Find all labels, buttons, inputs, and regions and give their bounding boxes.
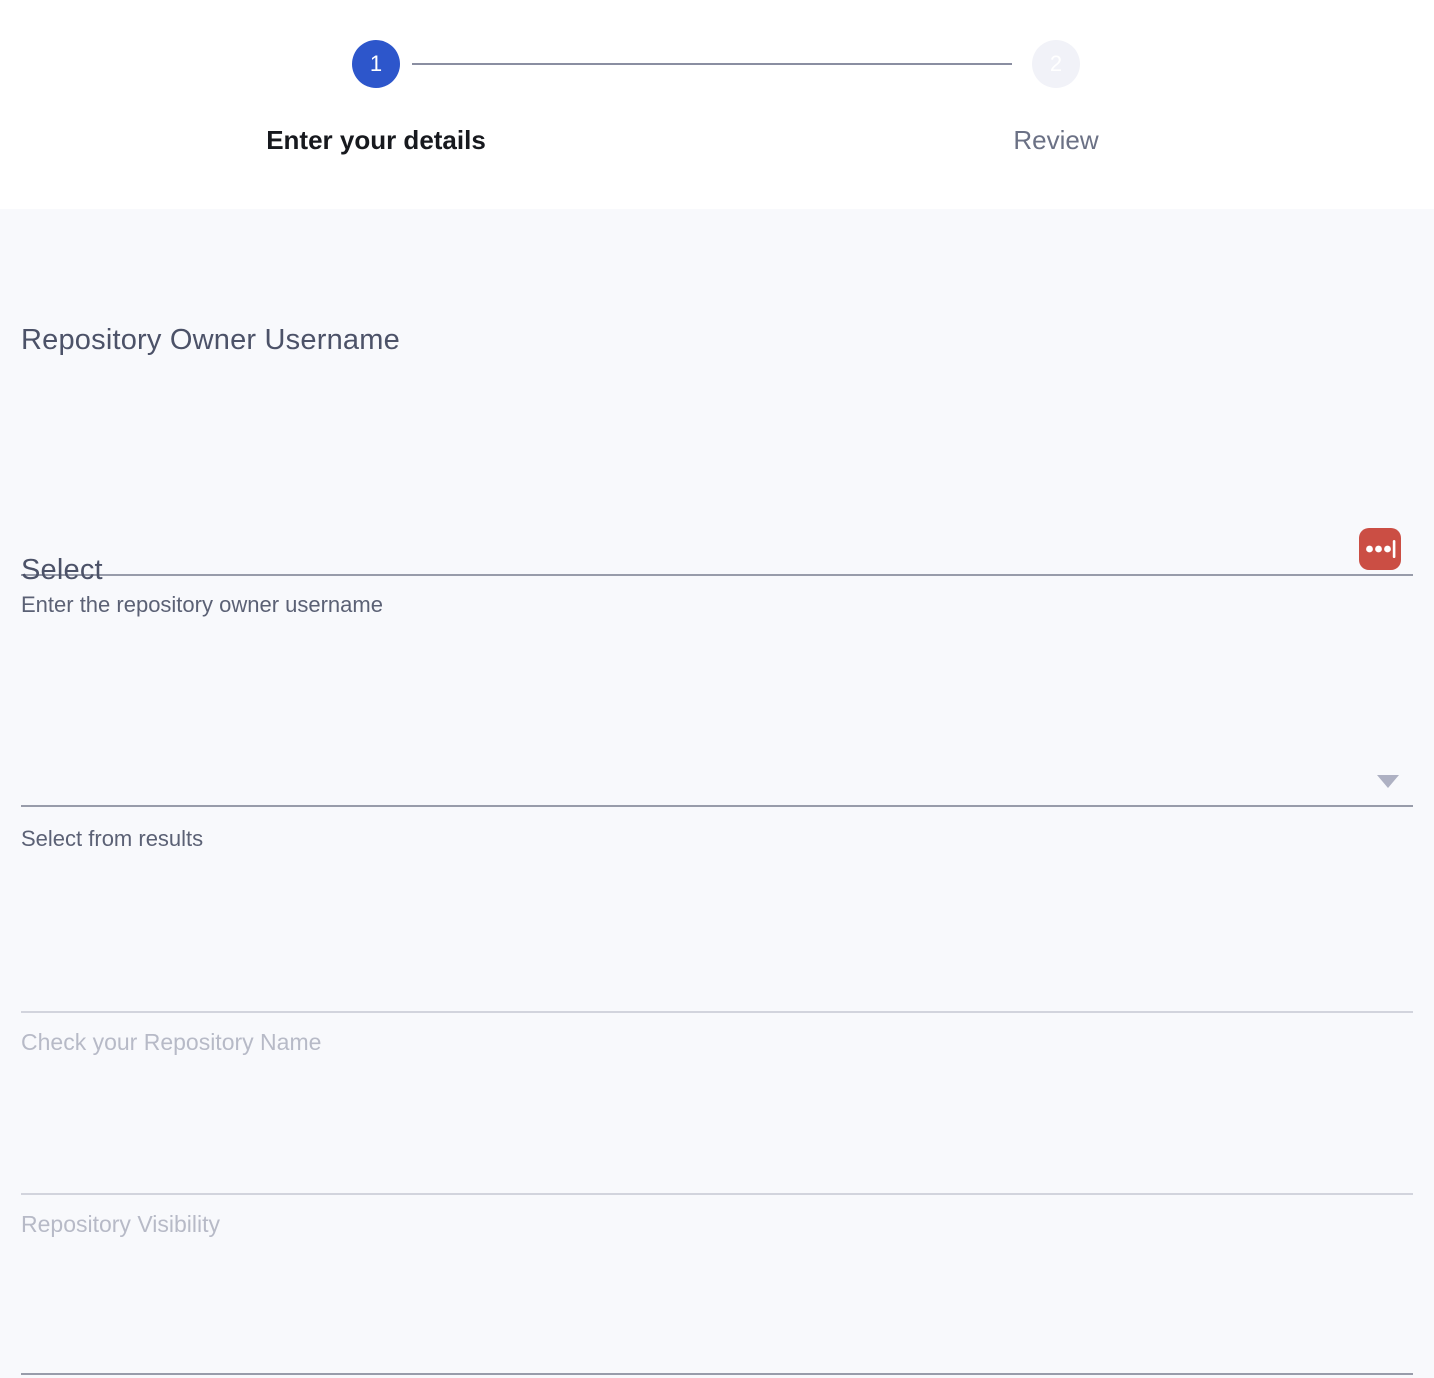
step-2-label: Review: [1013, 125, 1098, 156]
stepper-connector-line: [412, 63, 1012, 65]
default-branch-input[interactable]: [21, 1373, 1413, 1375]
step-1-number: 1: [370, 51, 382, 77]
chevron-down-icon[interactable]: [1377, 775, 1399, 788]
repository-visibility-helper: Repository Visibility: [21, 1211, 220, 1238]
repository-owner-username-underline: [21, 574, 1413, 576]
repository-owner-username-helper: Enter the repository owner username: [21, 592, 383, 618]
step-1-indicator: 1: [352, 40, 400, 88]
repository-visibility-input[interactable]: [21, 1193, 1413, 1195]
lastpass-autofill-icon[interactable]: [1359, 528, 1401, 570]
step-1-label: Enter your details: [266, 125, 486, 156]
select-dropdown-underline: [21, 805, 1413, 807]
step-2-number: 2: [1050, 51, 1062, 77]
repository-name-input[interactable]: [21, 1011, 1413, 1013]
wizard-stepper: 1 2 Enter your details Review: [0, 0, 1434, 209]
repository-owner-username-input[interactable]: Repository Owner Username: [21, 324, 400, 357]
repository-details-wizard: 1 2 Enter your details Review Repository…: [0, 0, 1434, 1378]
select-dropdown-helper: Select from results: [21, 826, 203, 852]
step-2-indicator: 2: [1032, 40, 1080, 88]
select-dropdown[interactable]: Select: [21, 554, 103, 587]
details-form: Repository Owner Username Enter the repo…: [0, 209, 1434, 1378]
repository-name-helper: Check your Repository Name: [21, 1029, 321, 1056]
